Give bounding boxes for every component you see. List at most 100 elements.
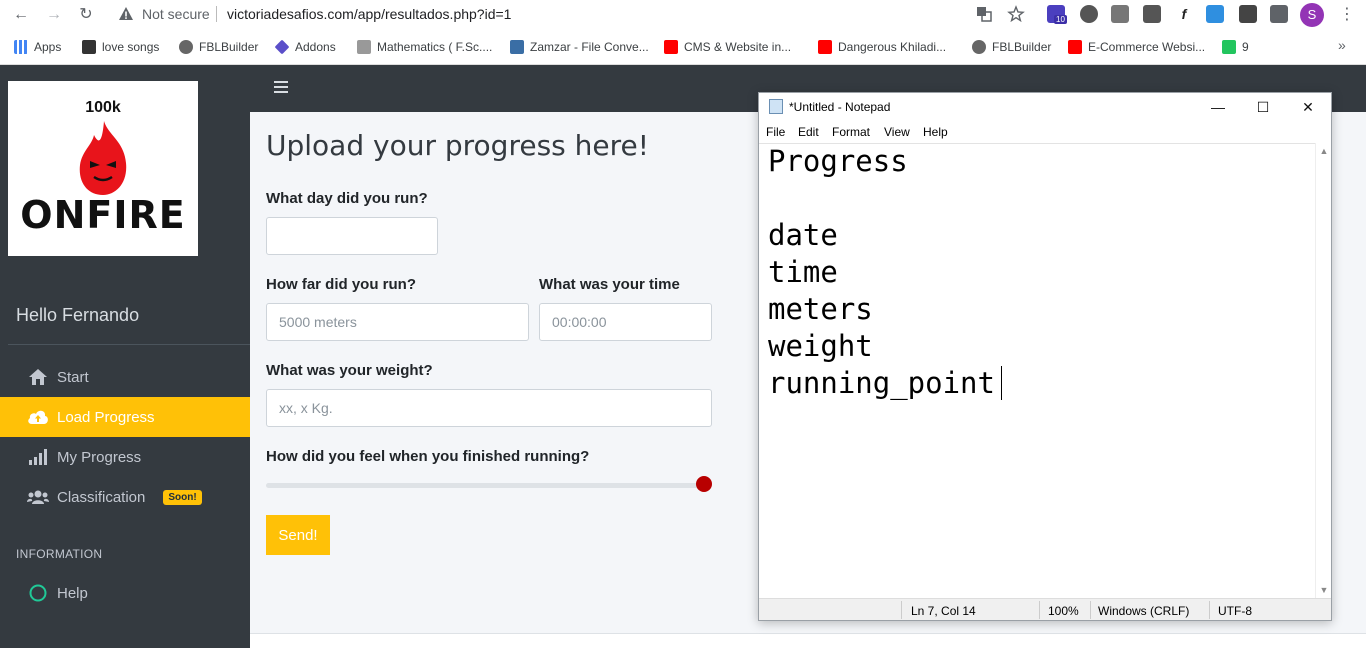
bookmark-addons[interactable]: Addons bbox=[274, 38, 336, 56]
time-input[interactable]: 00:00:00 bbox=[539, 303, 712, 341]
text-line: date bbox=[768, 218, 838, 252]
bookmark-label: Zamzar - File Conve... bbox=[530, 40, 649, 54]
status-divider bbox=[1039, 601, 1040, 619]
sidebar: 100k ONFIRE Hello Fernando Start Load Pr… bbox=[0, 65, 250, 648]
sidebar-item-label: Classification bbox=[57, 488, 146, 506]
notepad-titlebar[interactable]: *Untitled - Notepad — ☐ ✕ bbox=[759, 93, 1331, 121]
bookmark-cms[interactable]: CMS & Website in... bbox=[664, 38, 791, 56]
menu-format[interactable]: Format bbox=[832, 125, 870, 139]
feeling-slider-track[interactable] bbox=[266, 483, 712, 488]
apps-grid-icon bbox=[14, 40, 28, 54]
sidebar-item-start[interactable]: Start bbox=[0, 357, 250, 397]
addons-icon bbox=[274, 39, 290, 55]
notepad-vertical-scrollbar[interactable]: ▲ ▼ bbox=[1315, 143, 1331, 598]
signal-bars-icon bbox=[27, 447, 49, 467]
color-picker-icon[interactable] bbox=[1239, 5, 1257, 23]
scroll-down-icon[interactable]: ▼ bbox=[1316, 582, 1332, 598]
browser-toolbar: ← → ↻ Not secure victoriadesafios.com/ap… bbox=[0, 0, 1366, 30]
scroll-up-icon[interactable]: ▲ bbox=[1316, 143, 1332, 159]
menu-file[interactable]: File bbox=[766, 125, 785, 139]
circle-icon bbox=[27, 583, 49, 603]
minimize-icon[interactable]: — bbox=[1195, 95, 1241, 119]
kebab-menu-icon[interactable]: ⋮ bbox=[1339, 4, 1355, 26]
cursor-position: Ln 7, Col 14 bbox=[911, 604, 976, 618]
zamzar-icon bbox=[510, 40, 524, 54]
text-line: weight bbox=[768, 329, 873, 363]
forward-button[interactable]: → bbox=[43, 4, 65, 26]
sidebar-item-label: Help bbox=[57, 584, 88, 602]
bookmark-love-songs[interactable]: love songs bbox=[82, 38, 159, 56]
cloud-upload-icon bbox=[27, 407, 49, 427]
reload-button[interactable]: ↻ bbox=[75, 4, 97, 26]
status-divider bbox=[901, 601, 902, 619]
bookmarks-overflow-icon[interactable]: » bbox=[1338, 37, 1346, 53]
not-secure-label[interactable]: Not secure bbox=[142, 6, 210, 22]
bookmark-fblbuilder-2[interactable]: FBLBuilder bbox=[972, 38, 1051, 56]
distance-input[interactable]: 5000 meters bbox=[266, 303, 529, 341]
sidebar-item-my-progress[interactable]: My Progress bbox=[0, 437, 250, 477]
globe-icon bbox=[972, 40, 986, 54]
profile-avatar[interactable]: S bbox=[1300, 3, 1324, 27]
maximize-icon[interactable]: ☐ bbox=[1240, 95, 1286, 119]
wordpress-icon[interactable] bbox=[1080, 5, 1098, 23]
formula-icon[interactable]: f bbox=[1175, 5, 1193, 23]
menu-help[interactable]: Help bbox=[923, 125, 948, 139]
sidebar-divider bbox=[8, 344, 250, 345]
notepad-window: *Untitled - Notepad — ☐ ✕ File Edit Form… bbox=[758, 92, 1332, 621]
back-button[interactable]: ← bbox=[10, 4, 32, 26]
sidebar-item-help[interactable]: Help bbox=[0, 573, 250, 613]
feeling-slider-thumb[interactable] bbox=[696, 476, 712, 492]
bookmark-apps[interactable]: Apps bbox=[14, 38, 61, 56]
menu-view[interactable]: View bbox=[884, 125, 910, 139]
extension-f-icon[interactable] bbox=[1206, 5, 1224, 23]
time-label: What was your time bbox=[539, 276, 680, 293]
address-bar[interactable]: victoriadesafios.com/app/resultados.php?… bbox=[227, 6, 511, 22]
logo[interactable]: 100k ONFIRE bbox=[8, 81, 198, 256]
camera-icon[interactable] bbox=[1111, 5, 1129, 23]
bookmark-ecommerce[interactable]: E-Commerce Websi... bbox=[1068, 38, 1205, 56]
bookmark-label: FBLBuilder bbox=[992, 40, 1052, 54]
bookmark-label: E-Commerce Websi... bbox=[1088, 40, 1206, 54]
day-label: What day did you run? bbox=[266, 190, 428, 207]
youtube-icon bbox=[1068, 40, 1082, 54]
menu-toggle-icon[interactable] bbox=[274, 81, 288, 93]
sidebar-item-classification[interactable]: Classification Soon! bbox=[0, 477, 250, 517]
notepad-icon bbox=[769, 99, 783, 114]
bookmark-zamzar[interactable]: Zamzar - File Conve... bbox=[510, 38, 649, 56]
bookmark-label: Dangerous Khiladi... bbox=[838, 40, 947, 54]
warning-icon[interactable] bbox=[118, 6, 134, 22]
translate-icon[interactable] bbox=[976, 6, 992, 22]
globe-icon bbox=[179, 40, 193, 54]
day-input[interactable] bbox=[266, 217, 438, 255]
close-icon[interactable]: ✕ bbox=[1285, 95, 1331, 119]
bookmark-label: FBLBuilder bbox=[199, 40, 259, 54]
menu-edit[interactable]: Edit bbox=[798, 125, 819, 139]
bookmark-label: CMS & Website in... bbox=[684, 40, 792, 54]
sidebar-section-header: INFORMATION bbox=[16, 547, 103, 561]
weight-input[interactable]: xx, x Kg. bbox=[266, 389, 712, 427]
status-divider bbox=[1209, 601, 1210, 619]
logo-top-text: 100k bbox=[85, 99, 121, 116]
bookmark-label: Apps bbox=[34, 40, 62, 54]
bookmarks-bar: Apps love songs FBLBuilder Addons Mathem… bbox=[0, 30, 1366, 65]
sidebar-item-label: My Progress bbox=[57, 448, 142, 466]
soon-badge: Soon! bbox=[163, 489, 202, 505]
send-button[interactable]: Send! bbox=[266, 515, 330, 555]
bookmark-fblbuilder[interactable]: FBLBuilder bbox=[179, 38, 258, 56]
puzzle-icon[interactable] bbox=[1270, 5, 1288, 23]
extension-1b-icon[interactable] bbox=[1143, 5, 1161, 23]
bookmark-mathematics[interactable]: Mathematics ( F.Sc.... bbox=[357, 38, 492, 56]
line-ending: Windows (CRLF) bbox=[1098, 604, 1190, 618]
feeling-label: How did you feel when you finished runni… bbox=[266, 448, 590, 465]
zoom-level: 100% bbox=[1048, 604, 1079, 618]
sidebar-item-load-progress[interactable]: Load Progress bbox=[0, 397, 250, 437]
youtube-icon bbox=[664, 40, 678, 54]
notepad-menubar: File Edit Format View Help bbox=[759, 123, 1331, 143]
math-icon bbox=[357, 40, 371, 54]
notepad-text-area[interactable]: Progress date time meters weight running… bbox=[759, 143, 1315, 598]
youtube-icon bbox=[818, 40, 832, 54]
bookmark-h[interactable]: 9 bbox=[1222, 38, 1249, 56]
logo-brand: ONFIRE bbox=[20, 193, 186, 237]
star-icon[interactable] bbox=[1007, 5, 1025, 23]
bookmark-dangerous-khiladi[interactable]: Dangerous Khiladi... bbox=[818, 38, 946, 56]
